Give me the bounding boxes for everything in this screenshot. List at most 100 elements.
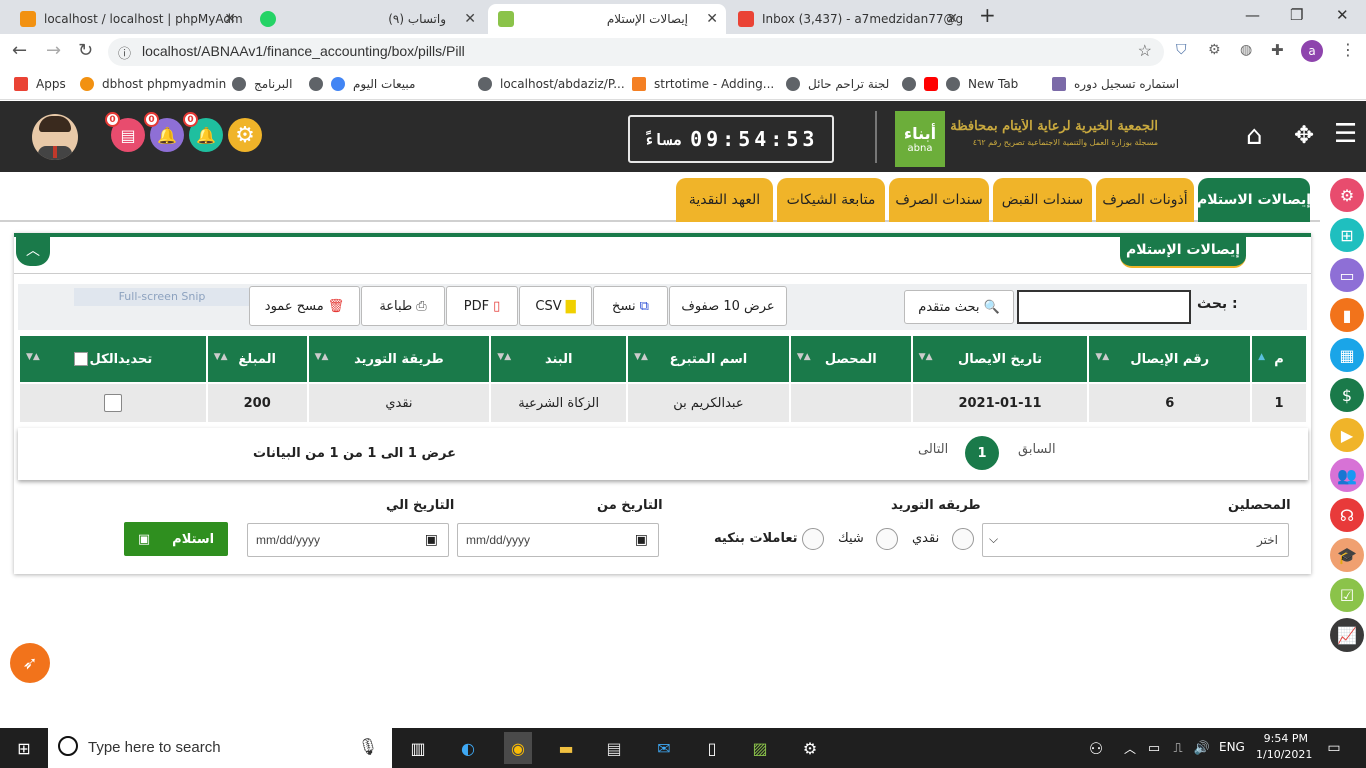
close-tab-icon[interactable]: ✕: [224, 11, 236, 27]
bookmark-strtotime[interactable]: strtotime - Adding...: [632, 77, 774, 91]
tab-receipts[interactable]: إيصالات الاستلام: [1197, 178, 1311, 222]
profile-avatar[interactable]: a: [1301, 40, 1323, 62]
browser-tab-receipts[interactable]: إيصالات الإستلام ✕: [488, 4, 726, 34]
col-receipt-no[interactable]: رقم الإيصال ▲▼: [1087, 334, 1253, 384]
search-input[interactable]: [1017, 290, 1191, 324]
col-collector[interactable]: المحصل ▲▼: [788, 334, 913, 384]
clear-column-button[interactable]: مسح عمود 🗑: [249, 286, 360, 326]
next-button[interactable]: التالى: [918, 442, 948, 457]
globe-icon[interactable]: ◍: [1240, 42, 1252, 58]
tab-payment-vouchers[interactable]: سندات الصرف: [889, 178, 989, 222]
menu-icon[interactable]: ⋮: [1340, 40, 1356, 59]
task-view-icon[interactable]: ▥: [406, 736, 430, 760]
close-tab-icon[interactable]: ✕: [464, 11, 476, 27]
chart-icon[interactable]: 📈: [1330, 618, 1364, 652]
bookmark-star-icon[interactable]: ☆: [1138, 41, 1152, 61]
prev-button[interactable]: السابق: [1018, 442, 1056, 457]
tasks-icon[interactable]: ☑: [1330, 578, 1364, 612]
alarm-icon[interactable]: 🔔 0: [183, 112, 223, 152]
headset-icon[interactable]: ☊: [1330, 498, 1364, 532]
minimize-icon[interactable]: —: [1245, 6, 1260, 24]
close-window-icon[interactable]: ✕: [1336, 6, 1349, 24]
microphone-icon[interactable]: 🎙: [358, 737, 378, 757]
bookmark-apps[interactable]: Apps: [14, 77, 66, 91]
file-explorer-icon[interactable]: ▬: [554, 736, 578, 760]
col-method[interactable]: طريقة التوريد ▲▼: [306, 334, 492, 384]
rocket-icon[interactable]: ➶: [10, 643, 50, 683]
notes-icon[interactable]: ▤ 0: [105, 112, 145, 152]
bookmark-phpmyadmin[interactable]: dbhost phpmyadmin: [80, 77, 226, 91]
col-receipt-date[interactable]: تاريخ الايصال ▲▼: [910, 334, 1090, 384]
extension-icon[interactable]: ⚙: [1208, 42, 1221, 58]
money-icon[interactable]: $: [1330, 378, 1364, 412]
chrome-icon[interactable]: ◉: [504, 732, 532, 764]
print-button[interactable]: طباعة ⎙: [361, 286, 445, 326]
back-icon[interactable]: ←: [12, 40, 27, 61]
fullscreen-icon[interactable]: ✥: [1294, 121, 1314, 149]
puzzle-icon[interactable]: ✚: [1271, 41, 1284, 59]
receive-button[interactable]: ▣ استلام: [124, 522, 228, 556]
radio-bank[interactable]: [802, 528, 824, 550]
video-icon[interactable]: ▶: [1330, 418, 1364, 452]
avatar[interactable]: [32, 114, 78, 160]
col-index[interactable]: م ▲: [1250, 334, 1308, 384]
col-select-all[interactable]: تحديدالكل ▲▼: [18, 334, 208, 384]
date-from-input[interactable]: mm/dd/yyyy ▣: [457, 523, 659, 557]
home-icon[interactable]: ⌂: [1246, 121, 1263, 151]
csv-button[interactable]: CSV ▇: [519, 286, 592, 326]
taskbar-search[interactable]: Type here to search 🎙: [48, 728, 392, 768]
row-checkbox[interactable]: [103, 394, 122, 412]
restore-icon[interactable]: ❐: [1290, 6, 1303, 24]
calendar-icon[interactable]: ▣: [425, 531, 438, 548]
calculator-icon[interactable]: ▦: [1330, 338, 1364, 372]
tab-payment-permits[interactable]: أذونات الصرف: [1096, 178, 1194, 222]
collapse-chevron-icon[interactable]: ︿: [16, 234, 50, 266]
settings-gear-icon[interactable]: ⚙: [798, 736, 822, 760]
bell-icon[interactable]: 🔔 0: [144, 112, 184, 152]
close-tab-icon[interactable]: ✕: [946, 11, 958, 27]
close-tab-icon[interactable]: ✕: [706, 11, 718, 27]
edge-icon[interactable]: ◐: [456, 736, 480, 760]
notifications-icon[interactable]: ▭: [1322, 736, 1346, 760]
info-icon[interactable]: ⓘ: [118, 43, 131, 62]
browser-tab-whatsapp[interactable]: (٩) واتساب ✕: [250, 4, 484, 34]
chevron-up-icon[interactable]: ︿: [1118, 736, 1142, 760]
bookmark-sales[interactable]: مبيعات اليوم: [309, 77, 415, 91]
volume-icon[interactable]: 🔊: [1190, 736, 1214, 760]
forward-icon[interactable]: →: [46, 40, 61, 61]
store-icon[interactable]: ▤: [602, 736, 626, 760]
tab-receipt-vouchers[interactable]: سندات القبض: [993, 178, 1092, 222]
pdf-button[interactable]: PDF ▯: [446, 286, 518, 326]
bookmark-course-form[interactable]: استماره تسجيل دوره: [1052, 77, 1179, 91]
document-icon[interactable]: ▯: [700, 736, 724, 760]
bookmark-taraham[interactable]: لجنة تراحم حائل: [786, 77, 889, 91]
bookmark-localhost-abdaziz[interactable]: localhost/abdaziz/P...: [478, 77, 625, 91]
taskbar-clock[interactable]: 9:54 PM 1/10/2021: [1256, 731, 1312, 763]
windows-start-icon[interactable]: ⊞: [12, 736, 36, 760]
select-all-checkbox[interactable]: [73, 352, 88, 366]
address-bar[interactable]: ⓘ localhost/ABNAAv1/finance_accounting/b…: [108, 38, 1164, 66]
users-icon[interactable]: 👥: [1330, 458, 1364, 492]
id-card-icon[interactable]: ▮: [1330, 298, 1364, 332]
show-rows-button[interactable]: عرض 10 صفوف: [669, 286, 787, 326]
table-row[interactable]: 1 6 2021-01-11 عبدالكريم بن الزكاة الشرع…: [18, 382, 1308, 424]
app-icon[interactable]: ▨: [748, 736, 772, 760]
org-chart-icon[interactable]: ⊞: [1330, 218, 1364, 252]
reload-icon[interactable]: ↻: [78, 40, 93, 61]
browser-tab-phpmyadmin[interactable]: localhost / localhost | phpMyAdm ✕: [10, 4, 244, 34]
date-to-input[interactable]: mm/dd/yyyy ▣: [247, 523, 449, 557]
language-indicator[interactable]: ENG: [1219, 740, 1245, 754]
hamburger-menu-icon[interactable]: ☰: [1334, 119, 1357, 149]
battery-icon[interactable]: ▭: [1142, 736, 1166, 760]
copy-button[interactable]: نسخ ⧉: [593, 286, 668, 326]
archive-icon[interactable]: ▭: [1330, 258, 1364, 292]
settings-gear-icon[interactable]: ⚙: [228, 118, 262, 152]
people-icon[interactable]: ⚇: [1084, 736, 1108, 760]
col-item[interactable]: البند ▲▼: [489, 334, 629, 384]
network-icon[interactable]: ⎍: [1166, 736, 1190, 760]
bookmark-program[interactable]: البرنامج: [232, 77, 292, 91]
tab-cheques[interactable]: متابعة الشيكات: [777, 178, 885, 222]
calendar-icon[interactable]: ▣: [635, 531, 648, 548]
settings-icon[interactable]: ⚙: [1330, 178, 1364, 212]
tab-cash-custody[interactable]: العهد النقدية: [676, 178, 773, 222]
